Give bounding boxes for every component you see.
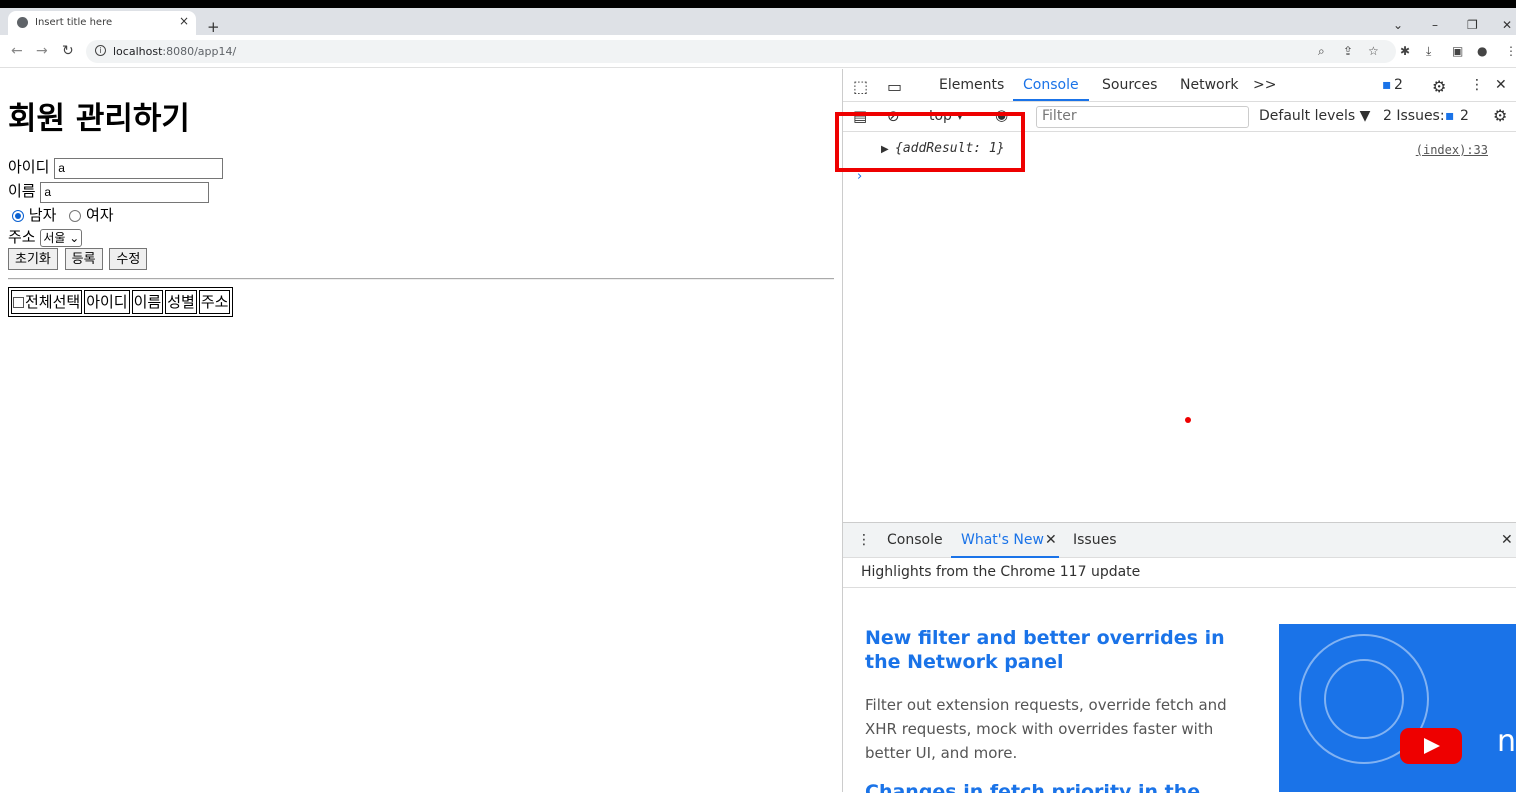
drawer-divider: [843, 587, 1516, 588]
devtools-panel: ⬚ ▭ Elements Console Sources Network >> …: [835, 69, 1516, 793]
drawer-tab-bar: ⋮ Console What's New ✕ Issues ✕: [843, 522, 1516, 558]
tab-search-icon[interactable]: ⌄: [1393, 18, 1403, 32]
extensions-icon[interactable]: ✱: [1400, 44, 1410, 58]
devtools-tab-bar: ⬚ ▭ Elements Console Sources Network >> …: [843, 69, 1516, 102]
member-table: 전체선택 아이디 이름 성별 주소: [8, 287, 234, 317]
download-icon[interactable]: ⤓: [1426, 44, 1431, 59]
web-page: 회원 관리하기 아이디 이름 남자 여자 주소 서울 ⌄ 초기화 등록 수정 전…: [0, 69, 842, 792]
divider: [8, 278, 834, 280]
messages-icon[interactable]: ▪: [1382, 77, 1392, 93]
url-text[interactable]: localhost:8080/app14/: [113, 45, 236, 58]
settings-icon[interactable]: ⚙: [1432, 77, 1446, 96]
tab-strip: Insert title here × + ⌄ – ❐ ✕: [0, 8, 1516, 36]
gender-row: 남자 여자: [8, 204, 114, 225]
back-icon[interactable]: ←: [11, 43, 23, 59]
device-toggle-icon[interactable]: ▭: [887, 77, 902, 96]
gender-female-radio[interactable]: [69, 209, 82, 222]
id-label: 아이디: [8, 158, 50, 176]
browser-menu-icon[interactable]: ⋮: [1505, 44, 1516, 58]
address-select[interactable]: 서울 ⌄: [40, 228, 83, 247]
console-prompt-icon[interactable]: ›: [857, 169, 862, 184]
table-header-gender: 성별: [165, 290, 197, 314]
issues-count: 2: [1460, 108, 1469, 124]
side-panel-icon[interactable]: ▣: [1452, 44, 1463, 58]
minimize-icon[interactable]: –: [1432, 18, 1438, 32]
tab-console[interactable]: Console: [1023, 77, 1079, 93]
expand-triangle-icon[interactable]: ▶: [881, 144, 889, 155]
table-header-id: 아이디: [84, 290, 130, 314]
drawer-menu-icon[interactable]: ⋮: [857, 532, 871, 548]
feature-title-link[interactable]: New filter and better overrides in the N…: [865, 626, 1235, 674]
inspect-element-icon[interactable]: ⬚: [853, 77, 868, 96]
gender-female-label: 여자: [85, 206, 114, 224]
devtools-menu-icon[interactable]: ⋮: [1470, 77, 1484, 93]
devtools-close-icon[interactable]: ✕: [1495, 77, 1507, 93]
window-close-icon[interactable]: ✕: [1502, 18, 1512, 32]
name-row: 이름: [8, 180, 210, 203]
tab-sources[interactable]: Sources: [1102, 77, 1157, 93]
tab-elements[interactable]: Elements: [939, 77, 1004, 93]
window-top-border: [0, 0, 1516, 8]
address-toolbar: ← → ↻ i localhost:8080/app14/ ⌕ ⇪ ☆ ✱ ⤓ …: [0, 35, 1516, 68]
messages-count: 2: [1394, 77, 1403, 93]
new-tab-button[interactable]: +: [207, 18, 220, 36]
reload-icon[interactable]: ↻: [62, 43, 74, 59]
address-label: 주소: [8, 228, 36, 246]
reset-button[interactable]: 초기화: [8, 248, 58, 270]
omnibox[interactable]: i localhost:8080/app14/: [86, 40, 1396, 63]
button-row: 초기화 등록 수정: [8, 248, 149, 270]
drawer-active-underline: [951, 556, 1059, 558]
table-header-select-all: 전체선택: [11, 290, 83, 314]
name-label: 이름: [8, 182, 36, 200]
cursor-dot: [1185, 417, 1191, 423]
default-levels-dropdown[interactable]: Default levels ▼: [1259, 108, 1370, 124]
issues-label[interactable]: 2 Issues:: [1383, 108, 1445, 124]
youtube-play-icon[interactable]: [1400, 728, 1462, 764]
profile-avatar-icon[interactable]: ●: [1477, 44, 1487, 58]
more-tabs-icon[interactable]: >>: [1253, 77, 1276, 93]
restore-icon[interactable]: ❐: [1467, 18, 1478, 32]
feature-description: Filter out extension requests, override …: [865, 696, 1227, 762]
id-row: 아이디: [8, 156, 224, 179]
browser-tab[interactable]: Insert title here ×: [8, 11, 196, 35]
register-button[interactable]: 등록: [64, 248, 103, 270]
drawer-close-icon[interactable]: ✕: [1501, 532, 1513, 548]
gender-male-label: 남자: [28, 206, 57, 224]
select-all-checkbox[interactable]: [13, 297, 24, 308]
gender-male-radio[interactable]: [12, 209, 24, 222]
issues-icon: ▪: [1445, 108, 1455, 124]
share-icon[interactable]: ⇪: [1343, 44, 1353, 58]
zoom-icon[interactable]: ⌕: [1318, 44, 1325, 59]
site-info-icon[interactable]: i: [95, 45, 106, 56]
page-heading: 회원 관리하기: [8, 101, 190, 137]
forward-icon[interactable]: →: [36, 43, 48, 59]
console-filter-input[interactable]: Filter: [1036, 106, 1249, 128]
active-tab-underline: [1013, 99, 1089, 101]
console-settings-icon[interactable]: ⚙: [1493, 106, 1507, 125]
name-input[interactable]: [40, 181, 210, 203]
tab-network[interactable]: Network: [1180, 77, 1238, 93]
whats-new-highlights: Highlights from the Chrome 117 update: [861, 564, 1141, 580]
whats-new-close-icon[interactable]: ✕: [1045, 532, 1057, 548]
id-input[interactable]: [54, 157, 224, 179]
table-header-address: 주소: [198, 290, 231, 314]
thumbnail-text: n: [1497, 724, 1516, 759]
thumbnail-ring-inner: [1324, 659, 1404, 739]
drawer-tab-console[interactable]: Console: [887, 532, 943, 548]
chrome-update-video-thumbnail[interactable]: n: [1279, 624, 1516, 792]
globe-icon: [17, 17, 28, 28]
console-source-link[interactable]: (index):33: [1416, 143, 1488, 157]
drawer-tab-whats-new[interactable]: What's New: [961, 532, 1044, 548]
bookmark-star-icon[interactable]: ☆: [1368, 44, 1379, 58]
edit-button[interactable]: 수정: [109, 248, 148, 270]
console-log-entry[interactable]: {addResult: 1}: [895, 141, 1005, 156]
drawer-tab-issues[interactable]: Issues: [1073, 532, 1117, 548]
tab-title: Insert title here: [35, 17, 113, 28]
next-feature-title-link[interactable]: Changes in fetch priority in the: [865, 781, 1200, 793]
tab-close-icon[interactable]: ×: [179, 14, 189, 28]
table-header-name: 이름: [131, 290, 164, 314]
address-row: 주소 서울 ⌄: [8, 226, 83, 247]
